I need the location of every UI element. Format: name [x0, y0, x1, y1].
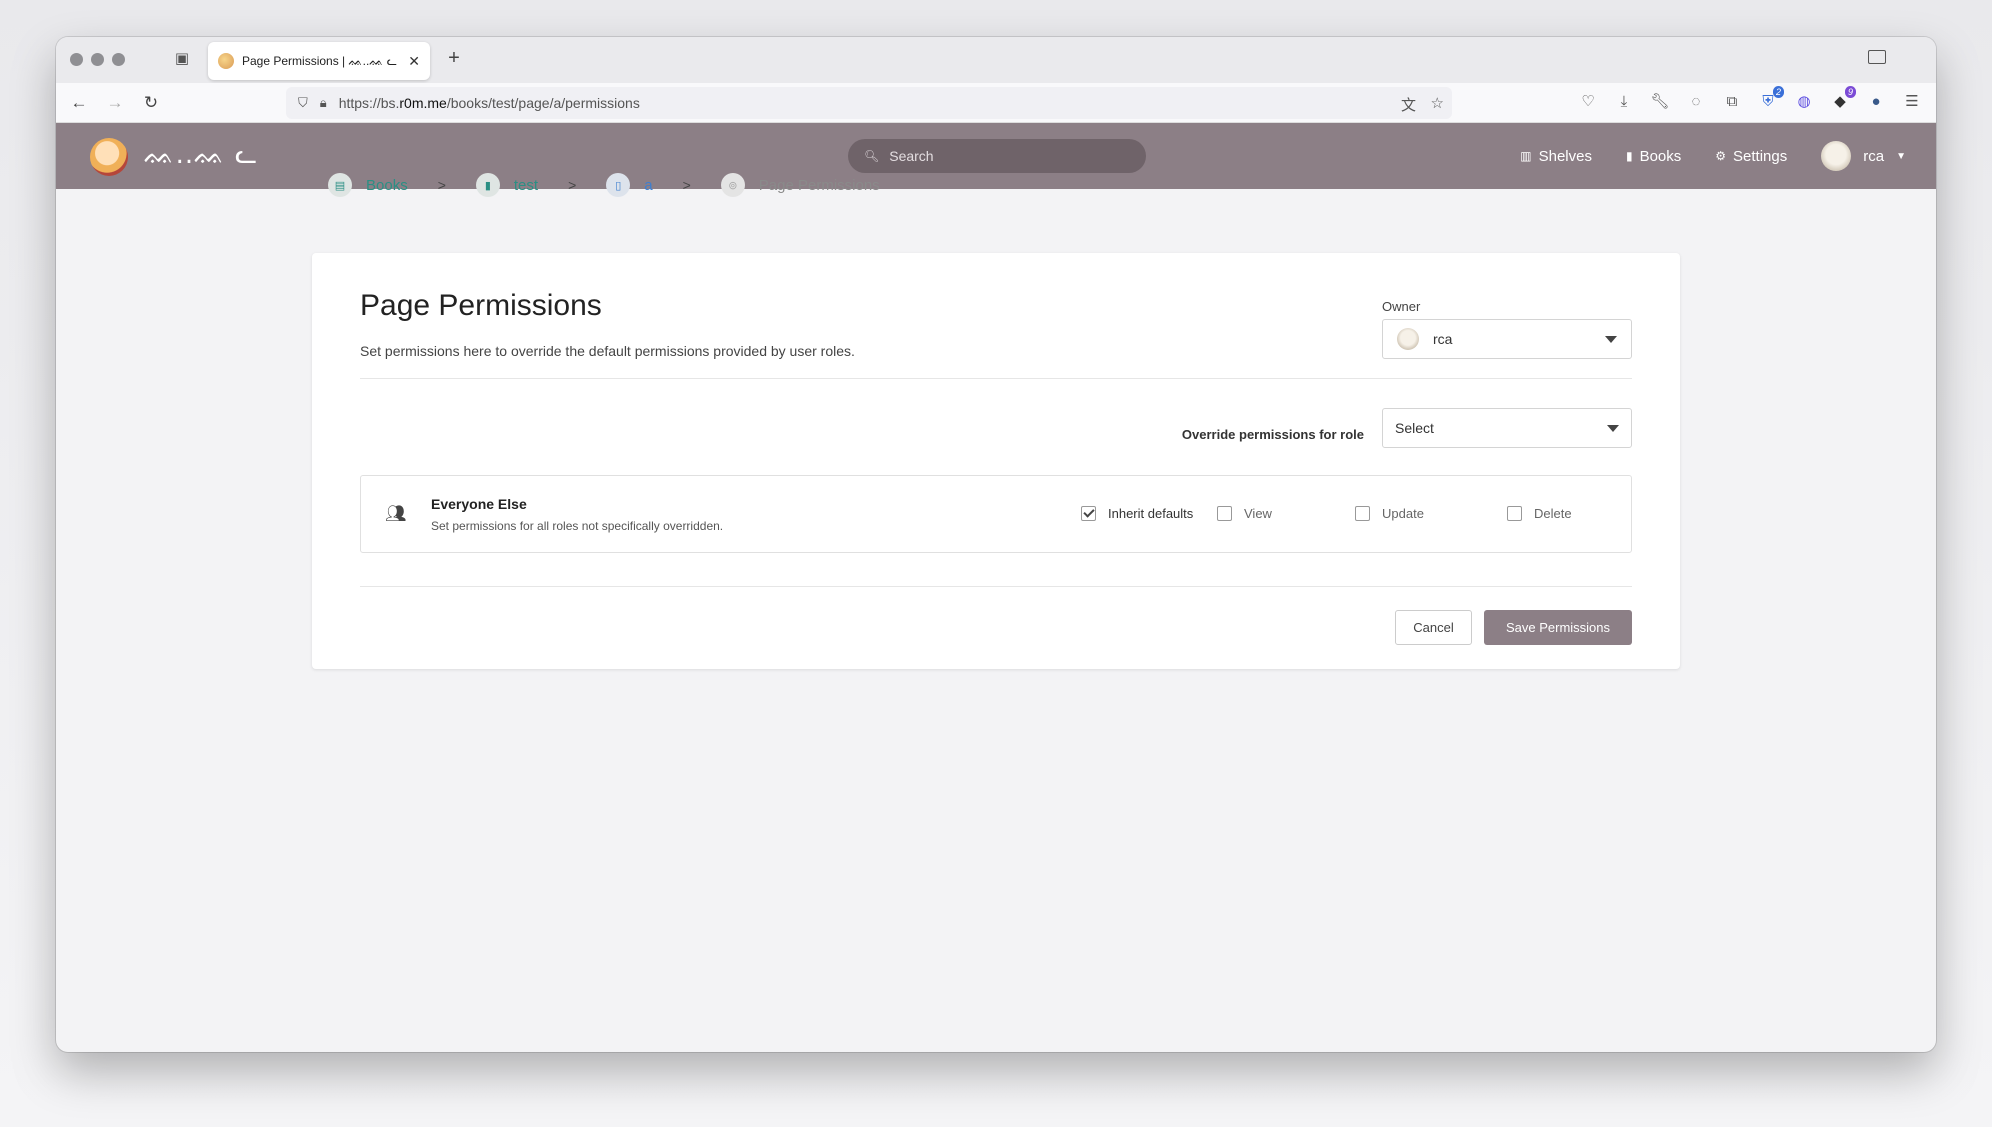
translate-icon[interactable]: 文 [1401, 94, 1416, 115]
avatar [1397, 328, 1419, 350]
breadcrumb-page[interactable]: ▯ a [606, 173, 653, 197]
back-icon[interactable]: ← [68, 92, 90, 114]
checkbox[interactable] [1507, 506, 1522, 521]
search-bar[interactable]: 🔍︎ [848, 139, 1146, 173]
list-all-tabs-icon[interactable] [1868, 50, 1886, 64]
toolbar-extensions: ♡ ⤓ 🔧︎ ◌ ⧉ ⛨ 2 ◍ ◆ 9 ● ☰ [1578, 86, 1922, 112]
site-name[interactable]: ᨐ..ᨐ ᓚ [144, 140, 258, 171]
role-description: Set permissions for all roles not specif… [431, 519, 724, 533]
update-checkbox[interactable]: Update [1355, 506, 1424, 521]
gear-icon: ⚙ [1715, 149, 1727, 163]
checkbox[interactable] [1217, 506, 1232, 521]
inherit-defaults-checkbox[interactable]: Inherit defaults [1081, 506, 1193, 521]
breadcrumb-current[interactable]: ⊚ Page Permissions [720, 173, 880, 197]
dropdown-arrow-icon [1605, 335, 1617, 343]
delete-checkbox[interactable]: Delete [1507, 506, 1572, 521]
owner-name: rca [1433, 331, 1453, 347]
checkbox[interactable] [1355, 506, 1370, 521]
nav-shelves[interactable]: ▥ Shelves [1520, 148, 1592, 165]
wrench-icon[interactable]: 🔧︎ [1650, 92, 1670, 112]
close-window-button[interactable] [70, 53, 83, 66]
everyone-else-row: 👥︎ Everyone Else Set permissions for all… [360, 475, 1632, 553]
shelves-icon: ▥ [1520, 149, 1532, 163]
bookmark-star-icon[interactable]: ☆ [1431, 94, 1444, 112]
owner-select[interactable]: rca [1382, 319, 1632, 359]
page-icon: ▯ [606, 173, 631, 197]
role-name: Everyone Else [431, 496, 527, 512]
divider [360, 586, 1632, 587]
owner-label: Owner [1382, 299, 1421, 314]
extension-avatar-icon[interactable]: ◌ [1686, 92, 1706, 112]
view-label: View [1244, 506, 1272, 521]
user-name: rca [1863, 147, 1885, 165]
twitch-icon[interactable]: ◆ 9 [1830, 86, 1856, 112]
tab-strip: ▣ Page Permissions | ᨐ..ᨐ ᓚ ✕ + [56, 37, 1936, 83]
chevron-down-icon: ▼ [1896, 150, 1906, 162]
favicon-icon [218, 53, 234, 69]
lock-icon[interactable]: 🔒︎ [320, 95, 327, 111]
nav-shelves-label: Shelves [1538, 147, 1592, 165]
page-title: Page Permissions [360, 289, 602, 322]
chevron-right-icon: > [568, 177, 577, 193]
search-input[interactable] [889, 148, 1130, 164]
minimize-window-button[interactable] [91, 53, 104, 66]
firefox-view-icon[interactable]: ▣ [172, 49, 192, 69]
nav-books-label: Books [1639, 147, 1682, 165]
avatar [1821, 141, 1852, 171]
download-icon[interactable]: ⤓ [1614, 92, 1634, 112]
url-bar[interactable]: ⛉ 🔒︎ https://bs.r0m.me/books/test/page/a… [286, 87, 1452, 119]
pocket-icon[interactable]: ♡ [1578, 92, 1598, 112]
breadcrumb: ▤ Books > ▮ test > ▯ a > ⊚ Page Permissi… [328, 173, 880, 197]
books-icon: ▤ [328, 173, 352, 197]
extension-badge: 9 [1844, 86, 1856, 98]
chevron-right-icon: > [682, 177, 691, 193]
reload-icon[interactable]: ↻ [140, 92, 162, 114]
proton-icon[interactable]: ◍ [1794, 92, 1814, 112]
bitwarden-icon[interactable]: ⛨ 2 [1758, 86, 1784, 112]
checkbox-checked[interactable] [1081, 506, 1096, 521]
window-controls [70, 53, 125, 66]
dropdown-arrow-icon [1607, 424, 1619, 432]
nav-settings-label: Settings [1733, 147, 1788, 165]
view-checkbox[interactable]: View [1217, 506, 1272, 521]
book-icon: ▮ [1625, 149, 1633, 163]
new-tab-icon[interactable]: + [442, 47, 466, 70]
search-icon: 🔍︎ [864, 149, 880, 163]
nav-settings[interactable]: ⚙ Settings [1715, 148, 1787, 165]
tab-title: Page Permissions | ᨐ..ᨐ ᓚ [242, 53, 397, 68]
inherit-defaults-label: Inherit defaults [1108, 506, 1194, 521]
extension-badge: 2 [1772, 86, 1784, 98]
nav-books[interactable]: ▮ Books [1626, 148, 1681, 165]
close-tab-icon[interactable]: ✕ [408, 53, 420, 70]
breadcrumb-book[interactable]: ▮ test [475, 173, 538, 197]
shield-icon[interactable]: ⛉ [298, 95, 308, 111]
divider [360, 378, 1632, 379]
override-role-label: Override permissions for role [1181, 427, 1364, 442]
page-description: Set permissions here to override the def… [360, 343, 855, 359]
update-label: Update [1382, 506, 1424, 521]
profile-icon[interactable]: ● [1866, 92, 1886, 112]
extensions-puzzle-icon[interactable]: ⧉ [1722, 92, 1742, 112]
delete-label: Delete [1534, 506, 1572, 521]
maximize-window-button[interactable] [112, 53, 125, 66]
breadcrumb-books[interactable]: ▤ Books [328, 173, 408, 197]
users-group-icon: 👥︎ [385, 504, 407, 523]
nav-bar: ← → ↻ ⛉ 🔒︎ https://bs.r0m.me/books/test/… [56, 83, 1936, 123]
save-permissions-button[interactable]: Save Permissions [1484, 610, 1632, 645]
user-menu[interactable]: rca ▼ [1821, 141, 1906, 171]
cancel-button[interactable]: Cancel [1395, 610, 1472, 645]
forward-icon[interactable]: → [104, 92, 126, 114]
book-icon: ▮ [475, 173, 500, 197]
site-logo[interactable] [90, 138, 128, 176]
top-nav: ▥ Shelves ▮ Books ⚙ Settings rca ▼ [1520, 123, 1906, 189]
browser-window: ▣ Page Permissions | ᨐ..ᨐ ᓚ ✕ + ← → ↻ ⛉ … [56, 37, 1936, 1052]
role-select-value: Select [1395, 420, 1434, 436]
lock-icon: ⊚ [720, 173, 745, 197]
active-tab[interactable]: Page Permissions | ᨐ..ᨐ ᓚ ✕ [208, 42, 430, 80]
permissions-card: Page Permissions Set permissions here to… [312, 253, 1680, 669]
menu-icon[interactable]: ☰ [1902, 92, 1922, 112]
role-select[interactable]: Select [1382, 408, 1632, 448]
url-text: https://bs.r0m.me/books/test/page/a/perm… [338, 95, 640, 111]
chevron-right-icon: > [437, 177, 446, 193]
